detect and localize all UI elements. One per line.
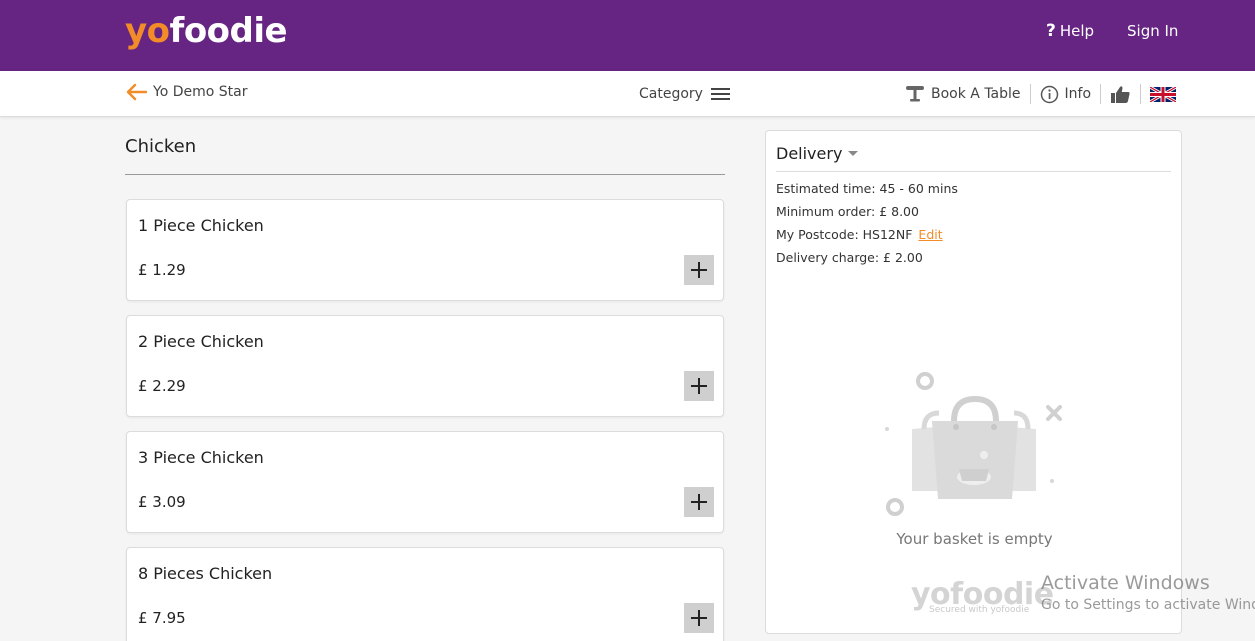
back-arrow-icon [126, 83, 147, 101]
book-table-link[interactable]: Book A Table [905, 85, 1021, 103]
divider [1100, 84, 1102, 104]
delivery-mode-dropdown[interactable]: Delivery [776, 144, 859, 163]
estimated-time: Estimated time: 45 - 60 mins [776, 181, 958, 196]
category-menu-button[interactable]: Category [639, 85, 730, 103]
postcode-text: My Postcode: HS12NF [776, 227, 913, 242]
menu-item-price: £ 2.29 [138, 377, 186, 395]
watermark-title: Activate Windows [1041, 572, 1210, 594]
windows-activation-watermark: Activate Windows Go to Settings to activ… [1041, 572, 1255, 613]
add-item-button[interactable] [684, 603, 714, 633]
add-item-button[interactable] [684, 255, 714, 285]
caret-down-icon [848, 151, 859, 156]
postcode-row: My Postcode: HS12NF Edit [776, 227, 943, 242]
restaurant-nav-bar: Yo Demo Star Category Book A Table Info [0, 71, 1255, 117]
restaurant-name: Yo Demo Star [153, 84, 248, 100]
section-title: Chicken [125, 136, 197, 157]
basket-panel: Delivery Estimated time: 45 - 60 mins Mi… [765, 130, 1182, 634]
add-item-button[interactable] [684, 371, 714, 401]
menu-item-name: 8 Pieces Chicken [138, 564, 273, 583]
help-label: Help [1059, 22, 1095, 40]
uk-flag-icon[interactable] [1150, 86, 1177, 102]
back-button[interactable]: Yo Demo Star [125, 83, 247, 101]
menu-item-card: 3 Piece Chicken £ 3.09 [126, 431, 724, 533]
section-divider [125, 174, 725, 175]
top-header: yofoodie ? Help Sign In [0, 0, 1255, 71]
menu-item-price: £ 7.95 [138, 609, 186, 627]
add-item-button[interactable] [684, 487, 714, 517]
menu-item-name: 3 Piece Chicken [138, 448, 264, 467]
info-label: Info [1064, 86, 1092, 102]
delivery-mode-label: Delivery [776, 144, 843, 163]
edit-postcode-link[interactable]: Edit [918, 227, 942, 242]
menu-item-card: 1 Piece Chicken £ 1.29 [126, 199, 724, 301]
divider [1029, 84, 1031, 104]
book-table-label: Book A Table [931, 86, 1021, 102]
menu-item-name: 2 Piece Chicken [138, 332, 264, 351]
basket-empty-text: Your basket is empty [896, 530, 1053, 548]
menu-item-price: £ 1.29 [138, 261, 186, 279]
empty-basket-icon [885, 372, 1062, 516]
menu-item-name: 1 Piece Chicken [138, 216, 264, 235]
info-icon [1040, 85, 1058, 103]
category-label: Category [639, 86, 703, 102]
logo-foodie: foodie [169, 11, 288, 51]
menu-item-price: £ 3.09 [138, 493, 186, 511]
minimum-order: Minimum order: £ 8.00 [776, 204, 919, 219]
help-link[interactable]: ? Help [1046, 21, 1094, 41]
table-icon [906, 86, 924, 102]
restaurant-actions: Book A Table Info [905, 83, 1177, 105]
basket-divider [776, 171, 1171, 172]
yofoodie-logo[interactable]: yofoodie [125, 9, 288, 53]
menu-item-card: 2 Piece Chicken £ 2.29 [126, 315, 724, 417]
thumbs-up-icon[interactable] [1110, 85, 1131, 104]
delivery-charge: Delivery charge: £ 2.00 [776, 250, 923, 265]
watermark-subtitle: Go to Settings to activate Windows. [1041, 597, 1255, 613]
question-icon: ? [1046, 21, 1056, 41]
sign-in-link[interactable]: Sign In [1127, 21, 1178, 41]
logo-yo: yo [125, 11, 170, 51]
info-link[interactable]: Info [1040, 85, 1092, 104]
menu-item-card: 8 Pieces Chicken £ 7.95 [126, 547, 724, 641]
hamburger-icon [710, 85, 730, 103]
secured-text: Secured with yofoodie [929, 605, 1030, 615]
divider [1140, 84, 1142, 104]
